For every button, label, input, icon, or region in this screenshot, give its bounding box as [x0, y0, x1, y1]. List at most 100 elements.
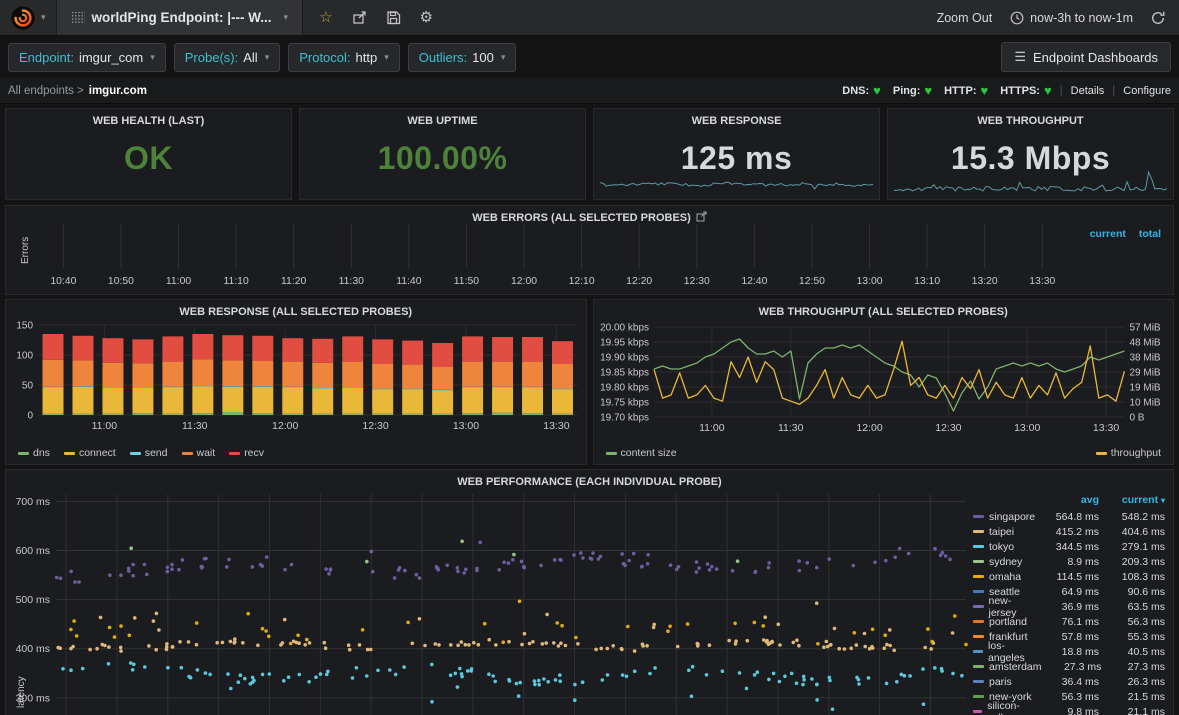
endpoint-dashboards-button[interactable]: ☰ Endpoint Dashboards	[1001, 42, 1171, 72]
legend-item-throughput[interactable]: throughput	[1096, 447, 1161, 459]
star-icon[interactable]: ☆	[319, 10, 332, 25]
legend-row-tokyo[interactable]: tokyo344.5 ms279.1 ms	[973, 539, 1165, 554]
svg-text:10 MiB: 10 MiB	[1129, 398, 1160, 409]
stat-value: 100.00%	[300, 140, 585, 177]
panel-title[interactable]: WEB HEALTH (LAST)	[6, 109, 291, 127]
svg-text:48 MiB: 48 MiB	[1129, 338, 1160, 349]
status-http: HTTP: ♥	[944, 84, 988, 97]
navbar: ▾ worldPing Endpoint: |--- W... ▾ ☆ ⚙ Zo…	[0, 0, 1179, 36]
panel-title[interactable]: WEB THROUGHPUT (ALL SELECTED PROBES)	[594, 300, 1174, 318]
share-icon[interactable]	[352, 10, 367, 25]
time-range-picker[interactable]: now-3h to now-1m	[1010, 11, 1133, 25]
variable-protocol[interactable]: Protocol: http ▾	[288, 43, 400, 72]
legend-item-connect[interactable]: connect	[64, 447, 116, 459]
svg-text:12:30: 12:30	[684, 276, 710, 287]
grafana-logo	[10, 5, 36, 31]
svg-text:11:50: 11:50	[454, 276, 479, 287]
svg-text:400 ms: 400 ms	[16, 643, 50, 655]
panel-title[interactable]: WEB RESPONSE (ALL SELECTED PROBES)	[6, 300, 586, 318]
panel-title[interactable]: WEB UPTIME	[300, 109, 585, 127]
svg-text:10:40: 10:40	[50, 276, 76, 287]
breadcrumb-bar: All endpoints > imgur.com DNS: ♥ Ping: ♥…	[0, 78, 1179, 104]
svg-text:12:30: 12:30	[362, 420, 388, 432]
sort-current[interactable]: current ▾	[1099, 494, 1165, 506]
panel-title[interactable]: WEB ERRORS (ALL SELECTED PROBES)	[6, 211, 1173, 224]
panel-web-throughput-chart: WEB THROUGHPUT (ALL SELECTED PROBES) 20.…	[593, 299, 1175, 465]
charts-row: WEB RESPONSE (ALL SELECTED PROBES) 05010…	[5, 299, 1174, 465]
svg-text:13:00: 13:00	[856, 276, 882, 287]
svg-text:11:30: 11:30	[182, 420, 208, 432]
legend-item-send[interactable]: send	[130, 447, 168, 459]
panel-title[interactable]: WEB PERFORMANCE (EACH INDIVIDUAL PROBE)	[6, 470, 1173, 488]
web-response-stacked-bars[interactable]: 05010015011:0011:3012:0012:3013:0013:30	[8, 319, 584, 441]
svg-text:12:10: 12:10	[569, 276, 595, 287]
clock-icon	[1010, 11, 1024, 25]
svg-text:13:30: 13:30	[1029, 276, 1055, 287]
svg-text:12:50: 12:50	[799, 276, 825, 287]
variable-probes[interactable]: Probe(s): All ▾	[174, 43, 280, 72]
y-axis-label: latency	[16, 676, 27, 708]
svg-text:19 MiB: 19 MiB	[1129, 383, 1160, 394]
variable-endpoint[interactable]: Endpoint: imgur_com ▾	[8, 43, 166, 72]
svg-text:19.80 kbps: 19.80 kbps	[600, 383, 649, 394]
panel-web-response: WEB RESPONSE 125 ms	[593, 108, 880, 200]
legend-row-omaha[interactable]: omaha114.5 ms108.3 ms	[973, 569, 1165, 584]
svg-text:12:00: 12:00	[511, 276, 537, 287]
svg-text:12:00: 12:00	[856, 422, 882, 434]
heart-icon: ♥	[981, 84, 989, 97]
legend-row-taipei[interactable]: taipei415.2 ms404.6 ms	[973, 524, 1165, 539]
external-link-icon[interactable]	[696, 211, 707, 222]
details-link[interactable]: Details	[1071, 85, 1105, 97]
zoom-out-button[interactable]: Zoom Out	[937, 11, 993, 25]
performance-legend-table: avgcurrent ▾ singapore564.8 ms548.2 mstai…	[973, 494, 1165, 715]
dashboard-title-dropdown[interactable]: worldPing Endpoint: |--- W... ▾	[57, 0, 304, 35]
legend-row-silicon-valley[interactable]: silicon-valley9.8 ms21.1 ms	[973, 704, 1165, 715]
variable-outliers[interactable]: Outliers: 100 ▾	[408, 43, 517, 72]
svg-text:600 ms: 600 ms	[16, 545, 50, 557]
panel-title[interactable]: WEB RESPONSE	[594, 109, 879, 127]
variable-value: 100	[472, 50, 494, 65]
legend-row-los-angeles[interactable]: los-angeles18.8 ms40.5 ms	[973, 644, 1165, 659]
legend-row-paris[interactable]: paris36.4 ms26.3 ms	[973, 674, 1165, 689]
sort-avg[interactable]: avg	[1037, 494, 1099, 506]
legend-item-dns[interactable]: dns	[18, 447, 50, 459]
web-performance-scatter[interactable]: 700 ms600 ms500 ms400 ms300 ms	[8, 490, 971, 715]
svg-text:13:10: 13:10	[914, 276, 940, 287]
dashboard-actions: ☆ ⚙	[303, 10, 449, 25]
web-errors-chart[interactable]: 10:4010:5011:0011:1011:2011:3011:4011:50…	[30, 224, 1167, 290]
configure-link[interactable]: Configure	[1123, 85, 1171, 97]
svg-text:19.85 kbps: 19.85 kbps	[600, 368, 649, 379]
chevron-down-icon: ▾	[265, 52, 270, 63]
legend-row-new-jersey[interactable]: new-jersey36.9 ms63.5 ms	[973, 599, 1165, 614]
svg-text:13:00: 13:00	[453, 420, 479, 432]
panel-title[interactable]: WEB THROUGHPUT	[888, 109, 1173, 127]
grafana-menu[interactable]: ▾	[0, 0, 57, 35]
legend-item-wait[interactable]: wait	[182, 447, 216, 459]
panel-web-response-chart: WEB RESPONSE (ALL SELECTED PROBES) 05010…	[5, 299, 587, 465]
panel-web-uptime: WEB UPTIME 100.00%	[299, 108, 586, 200]
svg-text:12:40: 12:40	[741, 276, 767, 287]
legend-row-portland[interactable]: portland76.1 ms56.3 ms	[973, 614, 1165, 629]
legend-item-content-size[interactable]: content size	[606, 447, 677, 459]
variable-value: All	[243, 50, 257, 65]
time-range-label: now-3h to now-1m	[1030, 11, 1133, 25]
breadcrumb[interactable]: All endpoints >	[8, 85, 84, 97]
legend-row-amsterdam[interactable]: amsterdam27.3 ms27.3 ms	[973, 659, 1165, 674]
legend-row-singapore[interactable]: singapore564.8 ms548.2 ms	[973, 509, 1165, 524]
variable-label: Endpoint:	[19, 50, 74, 65]
web-throughput-lines[interactable]: 20.00 kbps57 MiB19.95 kbps48 MiB19.90 kb…	[596, 319, 1172, 441]
sparkline	[894, 170, 1167, 196]
stats-row: WEB HEALTH (LAST) OK WEB UPTIME 100.00% …	[5, 108, 1174, 200]
time-controls: Zoom Out now-3h to now-1m	[937, 11, 1179, 25]
chevron-down-icon: ▾	[284, 12, 289, 23]
gear-icon[interactable]: ⚙	[420, 10, 433, 25]
heart-icon: ♥	[873, 84, 881, 97]
sparkline	[600, 170, 873, 196]
heart-icon: ♥	[1044, 84, 1052, 97]
svg-text:13:00: 13:00	[1014, 422, 1040, 434]
legend-item-recv[interactable]: recv	[229, 447, 264, 459]
save-icon[interactable]	[386, 10, 401, 25]
refresh-icon[interactable]	[1151, 11, 1165, 25]
grafana-worldping-dashboard: ▾ worldPing Endpoint: |--- W... ▾ ☆ ⚙ Zo…	[0, 0, 1179, 715]
legend-row-sydney[interactable]: sydney8.9 ms209.3 ms	[973, 554, 1165, 569]
